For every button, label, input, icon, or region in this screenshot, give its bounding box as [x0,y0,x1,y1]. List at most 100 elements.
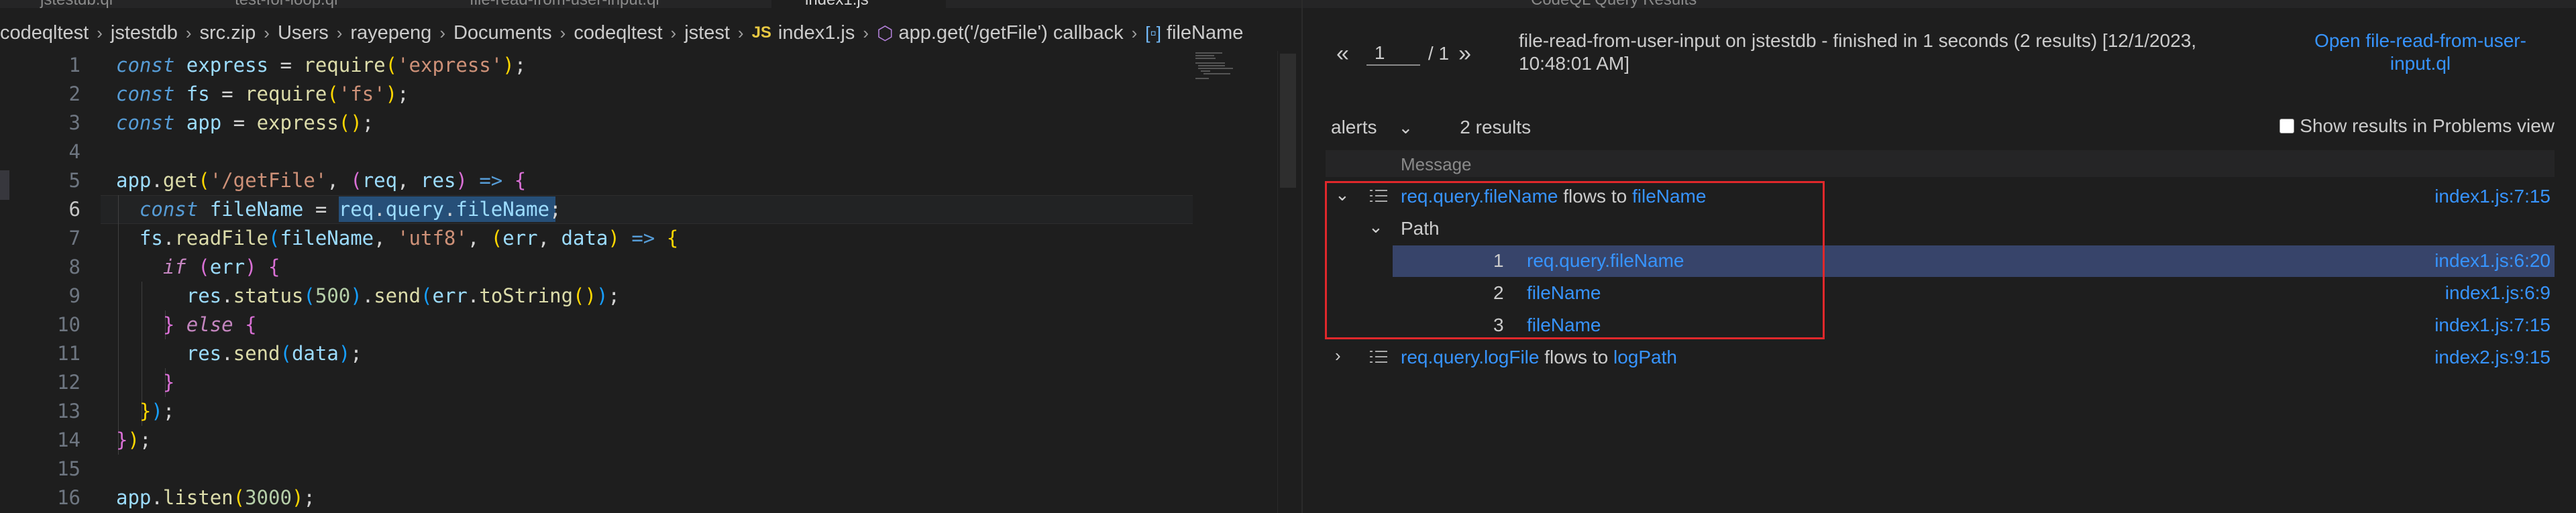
code-text: const app = express(); [116,111,374,134]
breadcrumb-item[interactable]: jstestdb [111,22,178,44]
tab-jstestdb-ql[interactable]: jstestdb.ql [40,0,113,8]
code-line[interactable]: 3 const app = express(); [0,109,1301,137]
breadcrumb-item[interactable]: jstest [684,22,730,44]
javascript-file-icon: JS [751,23,771,42]
result-set-select[interactable]: alerts [1331,117,1377,138]
path-step-index: 2 [1493,282,1504,303]
path-step-index: 3 [1493,315,1504,335]
line-number: 5 [68,169,80,192]
alert-source-link[interactable]: req.query.fileName [1401,186,1558,207]
code-line[interactable]: 12 } [0,368,1301,397]
code-line[interactable]: 9 res.status(500).send(err.toString()); [0,282,1301,310]
path-row[interactable]: ⌄ Path [1326,213,2555,245]
chevron-right-icon: › [439,22,445,43]
path-step-location-link[interactable]: index1.js:7:15 [2434,315,2551,336]
code-text: } else { [162,313,257,336]
alert-source-link[interactable]: req.query.logFile [1401,347,1539,367]
breadcrumb-variable-label: fileName [1166,21,1244,44]
chevron-down-icon[interactable]: ⌄ [1335,184,1350,205]
path-step-link[interactable]: fileName [1527,315,1601,336]
breadcrumb-item[interactable]: Documents [453,22,552,44]
tab-file-read-from-user-input-ql[interactable]: file-read-from-user-input.ql [470,0,659,8]
show-in-problems-toggle[interactable]: Show results in Problems view [2279,115,2555,137]
code-line[interactable]: 4 [0,137,1301,166]
path-step-location-link[interactable]: index1.js:6:20 [2434,250,2551,272]
open-query-link[interactable]: Open file-read-from-user-input.ql [2300,30,2541,75]
code-text: }); [116,429,152,451]
tab-codeql-query-results[interactable]: CodeQL Query Results [1531,0,1697,8]
line-number: 6 [68,198,80,221]
path-step-location-link[interactable]: index1.js:6:9 [2445,282,2551,304]
next-page-button[interactable]: » [1458,41,1471,67]
code-line[interactable]: 6 const fileName = req.query.fileName; [0,195,1301,224]
query-results-panel: CodeQL Query Results « / 1 » file-read-f… [1303,0,2576,513]
alert-sink-link[interactable]: fileName [1632,186,1706,207]
path-step-row[interactable]: 2 fileName index1.js:6:9 [1393,278,2555,309]
path-step-link[interactable]: req.query.fileName [1527,250,1684,272]
code-line[interactable]: 11 res.send(data); [0,339,1301,368]
page-number-input[interactable] [1366,42,1420,66]
chevron-right-icon[interactable]: › [1335,345,1341,366]
breadcrumb-symbol[interactable]: ⬡ app.get('/getFile') callback [877,22,1124,44]
alert-message-connector: flows to [1558,186,1632,207]
alert-location-link[interactable]: index1.js:7:15 [2434,186,2551,207]
code-line[interactable]: 16 app.listen(3000); [0,483,1301,512]
chevron-right-icon: › [737,22,744,43]
breadcrumb-variable[interactable]: [▫] fileName [1145,22,1243,44]
code-line[interactable]: 7 fs.readFile(fileName, 'utf8', (err, da… [0,224,1301,253]
breadcrumb-item[interactable]: Users [278,22,329,44]
code-text: const fs = require('fs'); [116,82,409,105]
minimap[interactable] [1195,51,1244,80]
editor-scrollbar-thumb[interactable] [1280,54,1296,188]
code-line[interactable]: 2 const fs = require('fs'); [0,80,1301,109]
line-number: 14 [57,429,80,451]
previous-page-button[interactable]: « [1336,41,1349,67]
query-summary: file-read-from-user-input on jstestdb - … [1519,30,2197,74]
code-line[interactable]: 15 [0,455,1301,483]
code-line[interactable]: 13 }); [0,397,1301,426]
path-step-index: 1 [1493,250,1504,271]
alert-row[interactable]: › req.query.logFile flows to logPath ind… [1326,342,2555,374]
line-number: 7 [68,227,80,249]
breadcrumb-file[interactable]: JS index1.js [752,22,855,44]
path-step-row[interactable]: 1 req.query.fileName index1.js:6:20 [1393,245,2555,277]
chevron-right-icon: › [670,22,677,43]
line-number: 11 [57,342,80,365]
code-line[interactable]: 1 const express = require('express'); [0,51,1301,80]
code-line[interactable]: 5 app.get('/getFile', (req, res) => { [0,166,1301,195]
breadcrumb-item[interactable]: codeqltest [0,22,89,44]
variable-icon: [▫] [1145,22,1161,43]
breadcrumb-item[interactable]: codeqltest [574,22,662,44]
code-line[interactable]: 10 } else { [0,310,1301,339]
show-in-problems-checkbox[interactable] [2279,119,2295,133]
breadcrumb-item[interactable]: src.zip [200,22,256,44]
code-text: }); [139,400,175,422]
line-number: 10 [57,313,80,336]
chevron-down-icon[interactable]: ⌄ [1398,117,1413,138]
result-controls: alerts ⌄ 2 results [1331,114,1531,141]
code-line[interactable]: 14}); [0,426,1301,455]
tab-index1-js[interactable]: index1.js [805,0,869,8]
chevron-right-icon: › [1131,22,1138,43]
alert-sink-link[interactable]: logPath [1613,347,1677,367]
chevron-right-icon: › [336,22,343,43]
line-number: 3 [68,111,80,134]
code-text: const fileName = req.query.fileName; [139,198,561,221]
breadcrumb-item[interactable]: rayepeng [350,22,431,44]
chevron-down-icon[interactable]: ⌄ [1368,217,1383,237]
code-editor[interactable]: jstestdb.ql test-for-loop.ql file-read-f… [0,0,1301,513]
code-text: const express = require('express'); [116,54,527,76]
line-number: 4 [68,140,80,163]
column-header-message[interactable]: Message [1401,154,1472,175]
editor-tab-strip: jstestdb.ql test-for-loop.ql file-read-f… [0,0,1301,8]
line-number: 12 [57,371,80,394]
show-in-problems-label: Show results in Problems view [2300,115,2555,136]
tab-test-for-loop-ql[interactable]: test-for-loop.ql [235,0,337,8]
path-step-link[interactable]: fileName [1527,282,1601,304]
line-number: 13 [57,400,80,422]
code-area[interactable]: 1 const express = require('express'); 2 con… [0,51,1301,513]
code-line[interactable]: 8 if (err) { [0,253,1301,282]
path-step-row[interactable]: 3 fileName index1.js:7:15 [1393,310,2555,341]
alert-row[interactable]: ⌄ req.query.fileName flows to fileName i… [1326,181,2555,213]
alert-location-link[interactable]: index2.js:9:15 [2434,347,2551,368]
